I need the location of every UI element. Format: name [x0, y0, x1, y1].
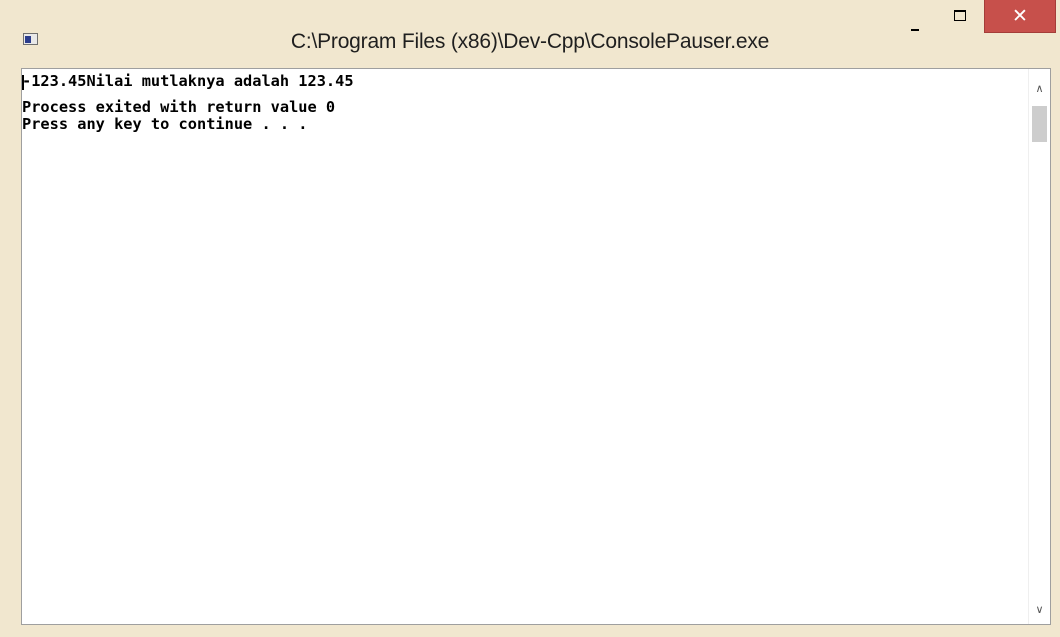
console-line-exit-status: Process exited with return value 0 [22, 98, 336, 116]
console-line-prompt: Press any key to continue . . . [22, 115, 308, 133]
console-output-area[interactable]: -123.45Nilai mutlaknya adalah 123.45 ---… [21, 68, 1051, 625]
maximize-button[interactable] [940, 0, 984, 40]
console-line-result: -123.45Nilai mutlaknya adalah 123.45 [22, 73, 354, 90]
title-bar[interactable]: C:\Program Files (x86)\Dev-Cpp\ConsolePa… [0, 0, 1060, 64]
close-icon: ✕ [1012, 5, 1028, 27]
close-button[interactable]: ✕ [984, 0, 1056, 33]
chevron-down-icon[interactable]: ∨ [1029, 600, 1050, 620]
separator-text: ------------------------------ [22, 90, 298, 96]
scrollbar-thumb[interactable] [1032, 106, 1047, 142]
console-line-separator: ------------------------------ [22, 90, 1022, 99]
console-window: C:\Program Files (x86)\Dev-Cpp\ConsolePa… [0, 0, 1060, 637]
vertical-scrollbar[interactable]: ∧ ∨ [1028, 69, 1050, 624]
maximize-icon [954, 10, 966, 21]
minimize-icon [911, 29, 919, 31]
minimize-button[interactable] [892, 0, 936, 40]
console-text: -123.45Nilai mutlaknya adalah 123.45 ---… [22, 73, 1022, 623]
chevron-up-icon[interactable]: ∧ [1029, 79, 1050, 99]
